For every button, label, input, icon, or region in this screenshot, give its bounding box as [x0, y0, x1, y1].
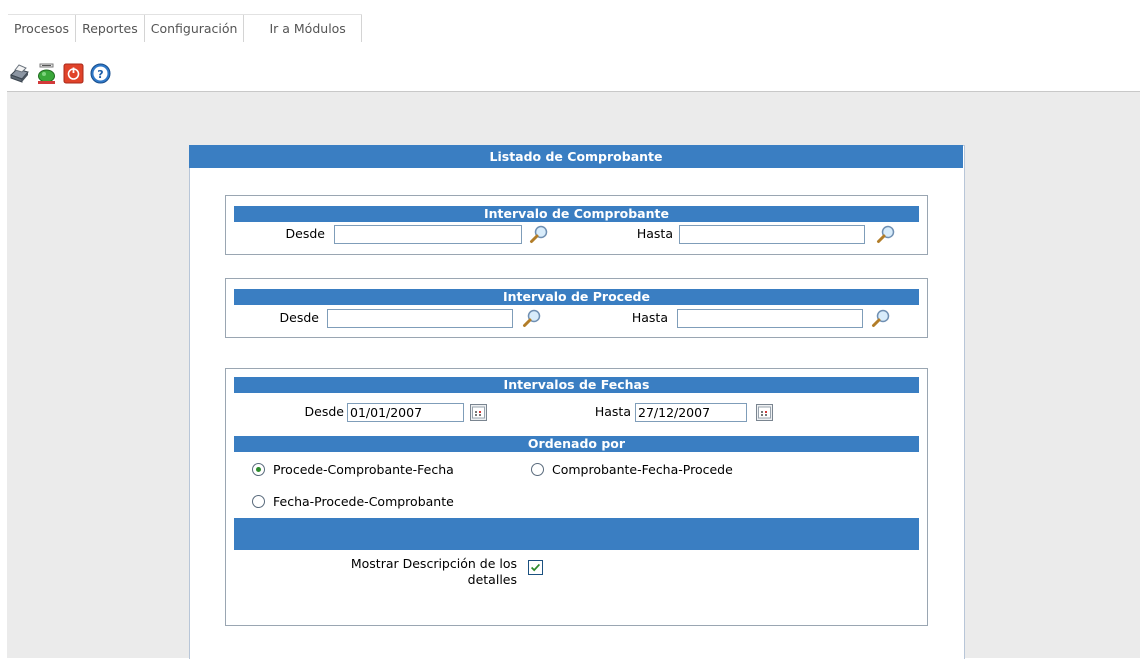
radio-circle [252, 463, 265, 476]
procede-desde-label: Desde [279, 310, 319, 325]
fechas-desde-label: Desde [304, 404, 344, 419]
group-fechas: Intervalos de Fechas Desde Hasta Ordenad… [225, 368, 928, 626]
comprobante-hasta-input[interactable] [679, 225, 865, 244]
print-icon[interactable] [9, 63, 30, 84]
procede-desde-input[interactable] [327, 309, 513, 328]
group-comprobante: Intervalo de Comprobante Desde Hasta [225, 195, 928, 255]
comprobante-hasta-search-icon[interactable] [876, 224, 896, 244]
menu-procesos[interactable]: Procesos [8, 15, 77, 42]
svg-text:?: ? [97, 68, 103, 81]
group-procede: Intervalo de Procede Desde Hasta [225, 278, 928, 338]
preview-icon[interactable] [36, 63, 57, 84]
fechas-desde-input[interactable] [347, 403, 464, 422]
mostrar-detalles-checkbox[interactable] [528, 560, 543, 575]
comprobante-desde-label: Desde [285, 226, 325, 241]
radio-label: Comprobante-Fecha-Procede [552, 462, 733, 477]
procede-hasta-input[interactable] [677, 309, 863, 328]
procede-hasta-search-icon[interactable] [871, 308, 891, 328]
fechas-hasta-label: Hasta [594, 404, 631, 419]
radio-label: Fecha-Procede-Comprobante [273, 494, 454, 509]
radio-circle [531, 463, 544, 476]
fechas-hasta-input[interactable] [635, 403, 747, 422]
comprobante-desde-search-icon[interactable] [529, 224, 549, 244]
content-area: Listado de Comprobante Intervalo de Comp… [7, 91, 1140, 659]
radio-fecha-procede-comprobante[interactable]: Fecha-Procede-Comprobante [252, 494, 454, 509]
header-comprobante: Intervalo de Comprobante [234, 206, 919, 222]
procede-desde-search-icon[interactable] [522, 308, 542, 328]
menu-reportes[interactable]: Reportes [76, 15, 145, 42]
radio-circle [252, 495, 265, 508]
comprobante-desde-input[interactable] [334, 225, 522, 244]
procede-hasta-label: Hasta [631, 310, 668, 325]
menu-ir-a-modulos[interactable]: Ir a Módulos [244, 15, 362, 42]
help-icon[interactable]: ? [90, 63, 111, 84]
header-ordenado-por: Ordenado por [234, 436, 919, 452]
radio-procede-comprobante-fecha[interactable]: Procede-Comprobante-Fecha [252, 462, 454, 477]
toolbar: ? [9, 63, 111, 84]
radio-comprobante-fecha-procede[interactable]: Comprobante-Fecha-Procede [531, 462, 733, 477]
radio-selected-dot [256, 467, 261, 472]
radio-label: Procede-Comprobante-Fecha [273, 462, 454, 477]
header-procede: Intervalo de Procede [234, 289, 919, 305]
menu-bar: Procesos Reportes Configuración Ir a Mód… [8, 14, 362, 43]
exit-icon[interactable] [63, 63, 84, 84]
header-fechas: Intervalos de Fechas [234, 377, 919, 393]
menu-configuracion[interactable]: Configuración [145, 15, 245, 42]
header-blank-bar [234, 518, 919, 550]
fechas-hasta-calendar-icon[interactable] [756, 404, 773, 421]
fechas-desde-calendar-icon[interactable] [470, 404, 487, 421]
detalles-label-line1: Mostrar Descripción de los [350, 556, 517, 571]
panel-title: Listado de Comprobante [189, 145, 963, 168]
detalles-label-line2: detalles [467, 572, 517, 587]
comprobante-hasta-label: Hasta [636, 226, 673, 241]
